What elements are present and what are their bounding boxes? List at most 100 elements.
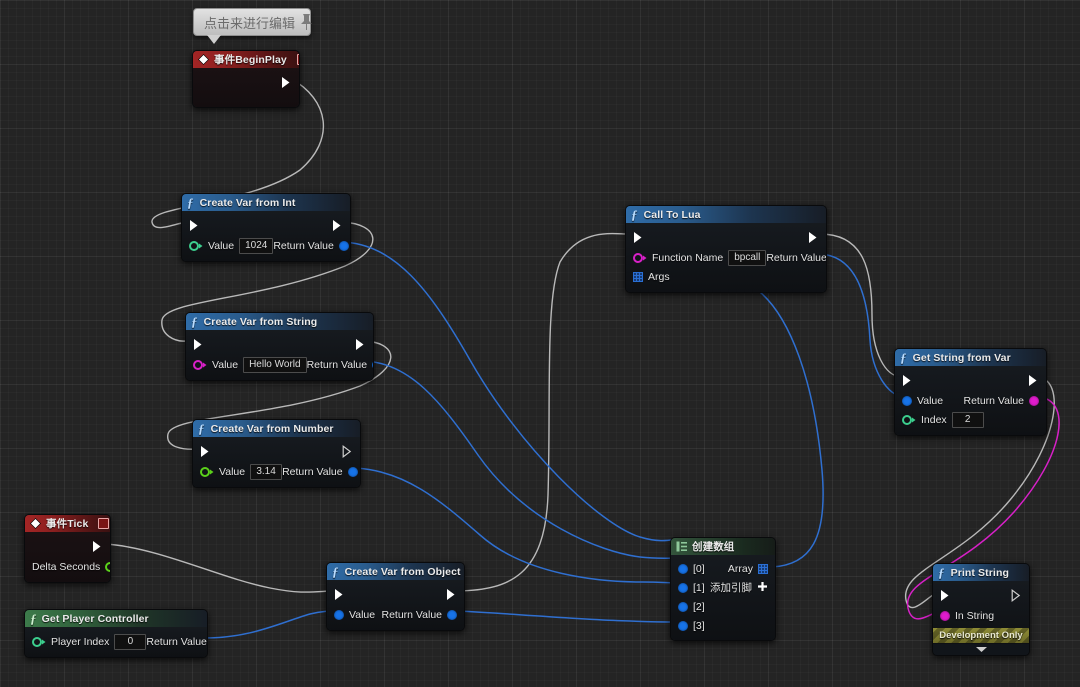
function-icon: ƒ bbox=[191, 314, 198, 329]
pin-label-value: Value bbox=[212, 358, 239, 371]
node-create-var-from-string[interactable]: ƒ Create Var from String Value Hello Wor… bbox=[185, 312, 374, 381]
exec-output-pin[interactable] bbox=[1028, 374, 1039, 387]
player-index-field[interactable]: 0 bbox=[114, 633, 147, 650]
node-make-array[interactable]: 创建数组 [0] Array [1] 添加引脚 [2] [3] bbox=[670, 537, 776, 641]
pin-left-group: Player Index 0 bbox=[32, 633, 147, 650]
index-value-field[interactable]: 2 bbox=[951, 411, 984, 428]
float-value-field[interactable]: 3.14 bbox=[250, 463, 283, 480]
pin-left-group: Value Hello World bbox=[193, 356, 307, 373]
exec-output-pin[interactable] bbox=[92, 540, 103, 553]
object-input-pin[interactable] bbox=[902, 395, 912, 406]
node-title-text: Call To Lua bbox=[643, 208, 701, 221]
node-body: Function Name bpcall Return Value Args bbox=[626, 223, 826, 292]
node-create-var-from-object[interactable]: ƒ Create Var from Object Value Return Va… bbox=[326, 562, 465, 631]
plus-icon[interactable] bbox=[757, 579, 768, 597]
pin-label-value: Value bbox=[917, 394, 944, 407]
node-call-to-lua[interactable]: ƒ Call To Lua Function Name bpcall Retur… bbox=[625, 205, 827, 293]
object-input-pin[interactable] bbox=[678, 620, 688, 631]
node-title-bar[interactable]: ƒ Get Player Controller bbox=[25, 610, 207, 627]
int-input-pin[interactable] bbox=[902, 414, 916, 425]
pin-right-group: Array bbox=[728, 563, 768, 575]
exec-input-pin[interactable] bbox=[633, 231, 644, 244]
exec-input-pin[interactable] bbox=[193, 338, 204, 351]
pin-right-group: Return Value bbox=[307, 359, 373, 371]
exec-input-pin[interactable] bbox=[902, 374, 913, 387]
exec-input-pin[interactable] bbox=[189, 219, 200, 232]
node-title-bar[interactable]: ƒ Call To Lua bbox=[626, 206, 826, 223]
delegate-pin-icon[interactable] bbox=[98, 518, 110, 529]
blueprint-graph-canvas[interactable]: 点击来进行编辑 事件BeginPlay ƒ Create Var from In… bbox=[0, 0, 1080, 687]
pin-row-array-3: [3] bbox=[671, 616, 775, 635]
array-output-pin[interactable] bbox=[758, 563, 768, 574]
node-title-bar[interactable]: 事件BeginPlay bbox=[193, 51, 299, 68]
exec-output-pin[interactable] bbox=[446, 588, 457, 601]
node-create-var-from-int[interactable]: ƒ Create Var from Int Value 1024 Return … bbox=[181, 193, 351, 262]
float-input-pin[interactable] bbox=[200, 466, 214, 477]
int-input-pin[interactable] bbox=[189, 240, 203, 251]
string-input-pin[interactable] bbox=[940, 610, 950, 621]
node-event-begin-play[interactable]: 事件BeginPlay bbox=[192, 50, 300, 108]
node-body: Value Return Value bbox=[327, 580, 464, 630]
string-output-pin[interactable] bbox=[1029, 395, 1039, 406]
exec-input-pin[interactable] bbox=[334, 588, 345, 601]
exec-output-pin[interactable] bbox=[355, 338, 366, 351]
int-value-field[interactable]: 1024 bbox=[239, 237, 274, 254]
pin-left-group: [0] bbox=[678, 563, 705, 575]
string-value-field[interactable]: Hello World bbox=[243, 356, 307, 373]
function-name-field[interactable]: bpcall bbox=[728, 249, 767, 266]
collapse-toggle[interactable] bbox=[933, 644, 1029, 655]
exec-output-pin[interactable] bbox=[281, 76, 292, 89]
string-input-pin[interactable] bbox=[633, 252, 647, 263]
object-output-pin[interactable] bbox=[338, 240, 349, 251]
node-title-bar[interactable]: ƒ Create Var from Number bbox=[193, 420, 360, 437]
node-print-string[interactable]: ƒ Print String In String Development Onl… bbox=[932, 563, 1030, 656]
node-create-var-from-number[interactable]: ƒ Create Var from Number Value 3.14 Retu… bbox=[192, 419, 361, 488]
comment-bubble[interactable]: 点击来进行编辑 bbox=[193, 8, 314, 44]
pin-row-index: Index 2 bbox=[895, 410, 1046, 429]
node-body bbox=[193, 68, 299, 107]
exec-output-pin[interactable] bbox=[1011, 588, 1022, 603]
exec-input-pin[interactable] bbox=[940, 589, 951, 602]
object-input-pin[interactable] bbox=[678, 601, 688, 612]
node-title-bar[interactable]: ƒ Create Var from Object bbox=[327, 563, 464, 580]
pushpin-icon[interactable] bbox=[299, 13, 314, 31]
pin-left-group: Function Name bpcall bbox=[633, 249, 767, 266]
float-output-pin[interactable] bbox=[105, 561, 110, 572]
object-input-pin[interactable] bbox=[678, 582, 688, 593]
comment-bubble-text: 点击来进行编辑 bbox=[204, 15, 296, 31]
object-output-pin[interactable] bbox=[347, 466, 358, 477]
pin-row-exec bbox=[626, 227, 826, 248]
node-title-text: Create Var from Int bbox=[199, 196, 296, 209]
exec-input-pin[interactable] bbox=[200, 445, 211, 458]
pin-label-return-value: Return Value bbox=[146, 635, 207, 648]
node-title-bar[interactable]: 事件Tick bbox=[25, 515, 110, 532]
node-title-text: Get String from Var bbox=[912, 351, 1011, 364]
object-output-pin[interactable] bbox=[447, 609, 457, 620]
pin-row-exec bbox=[193, 441, 360, 462]
object-input-pin[interactable] bbox=[334, 609, 344, 620]
node-get-string-from-var[interactable]: ƒ Get String from Var Value Return Value… bbox=[894, 348, 1047, 436]
node-title-bar[interactable]: ƒ Create Var from String bbox=[186, 313, 373, 330]
add-pin-control[interactable]: 添加引脚 bbox=[710, 579, 768, 597]
pin-right-group: Return Value bbox=[381, 609, 457, 621]
string-input-pin[interactable] bbox=[193, 359, 207, 370]
node-get-player-controller[interactable]: ƒ Get Player Controller Player Index 0 R… bbox=[24, 609, 208, 658]
array-input-pin[interactable] bbox=[633, 271, 643, 282]
exec-output-pin[interactable] bbox=[332, 219, 343, 232]
object-input-pin[interactable] bbox=[678, 563, 688, 574]
int-input-pin[interactable] bbox=[32, 636, 46, 647]
exec-output-pin[interactable] bbox=[808, 231, 819, 244]
node-title-bar[interactable]: ƒ Create Var from Int bbox=[182, 194, 350, 211]
pin-left-group: Value bbox=[334, 609, 375, 621]
exec-output-pin[interactable] bbox=[342, 444, 353, 459]
pin-row-value: Value Hello World Return Value bbox=[186, 355, 373, 374]
node-event-tick[interactable]: 事件Tick Delta Seconds bbox=[24, 514, 111, 583]
pin-row-value: Value 1024 Return Value bbox=[182, 236, 350, 255]
pin-label-return-value: Return Value bbox=[766, 251, 827, 264]
node-title-bar[interactable]: 创建数组 bbox=[671, 538, 775, 555]
node-title-bar[interactable]: ƒ Print String bbox=[933, 564, 1029, 581]
delegate-pin-icon[interactable] bbox=[296, 54, 299, 65]
object-output-pin[interactable] bbox=[372, 359, 373, 370]
node-title-bar[interactable]: ƒ Get String from Var bbox=[895, 349, 1046, 366]
node-title-text: Create Var from Object bbox=[344, 565, 461, 578]
